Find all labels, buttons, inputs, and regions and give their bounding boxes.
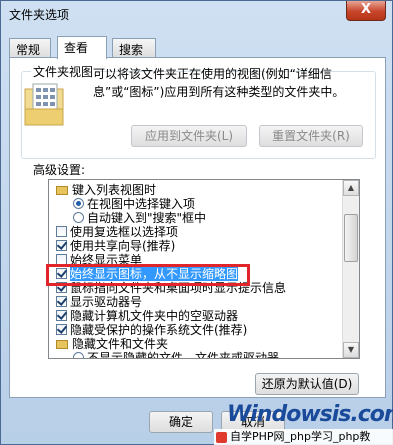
titlebar: 文件夹选项 X [1, 1, 392, 29]
apply-to-folders-button[interactable]: 应用到文件夹(L) [131, 125, 247, 147]
checkbox[interactable] [56, 296, 67, 307]
tab-view[interactable]: 查看 [57, 36, 107, 59]
list-item-radio[interactable]: 在视图中选择键入项 [73, 197, 195, 211]
checkbox[interactable] [56, 240, 67, 251]
folder-views-legend: 文件夹视图 [31, 63, 96, 80]
restore-defaults-button[interactable]: 还原为默认值(D) [255, 373, 359, 395]
radio-button[interactable] [73, 212, 84, 223]
watermark-site: Windowsis.com [227, 402, 393, 427]
list-item-checkbox[interactable]: 隐藏受保护的操作系统文件(推荐) [56, 323, 247, 337]
radio-button[interactable] [73, 198, 84, 209]
annotation-highlight-box [46, 264, 250, 286]
advanced-settings-label: 高级设置: [31, 161, 88, 178]
folder-options-dialog: 文件夹选项 X 常规 查看 搜索 文件夹视图 可以将该文件夹正在使用的视图(例如… [0, 0, 393, 445]
folder-icon [56, 340, 68, 349]
close-icon: X [360, 2, 372, 17]
radio-button[interactable] [73, 352, 84, 358]
reset-folders-button[interactable]: 重置文件夹(R) [259, 125, 363, 147]
list-item-folder: 键入列表视图时 [56, 183, 156, 197]
list-item-checkbox[interactable]: 使用共享向导(推荐) [56, 239, 175, 253]
window-title: 文件夹选项 [9, 8, 70, 22]
list-item-folder: 隐藏文件和文件夹 [56, 337, 168, 351]
folder-icon [56, 186, 68, 195]
checkbox[interactable] [56, 226, 67, 237]
tab-general[interactable]: 常规 [9, 38, 51, 58]
tab-search[interactable]: 搜索 [112, 38, 156, 58]
scroll-down-arrow-icon[interactable]: ▼ [343, 342, 359, 358]
description-line-1: 可以将该文件夹正在使用的视图(例如“详细信 [93, 67, 332, 81]
list-item-checkbox[interactable]: 显示驱动器号 [56, 295, 142, 309]
close-button[interactable]: X [346, 1, 386, 21]
watermark-caption: 自学PHP网_php学习_php教 [214, 429, 393, 445]
list-item-checkbox[interactable]: 隐藏计算机文件夹中的空驱动器 [56, 309, 238, 323]
watermark-logo-icon [216, 432, 227, 443]
folder-view-icon [24, 83, 64, 126]
folder-views-description: 可以将该文件夹正在使用的视图(例如“详细信 息”或“图标”)应用到所有这种类型的… [93, 65, 363, 101]
list-item-radio[interactable]: 自动键入到"搜索"框中 [73, 211, 206, 225]
list-item-radio[interactable]: 不显示隐藏的文件、文件夹或驱动器 [73, 351, 279, 358]
list-item-checkbox[interactable]: 使用复选框以选择项 [56, 225, 178, 239]
vertical-scrollbar[interactable]: ▲ ▼ [342, 180, 359, 358]
scrollbar-thumb[interactable] [344, 214, 358, 262]
checkbox[interactable] [56, 310, 67, 321]
description-line-2: 息”或“图标”)应用到所有这种类型的文件夹中。 [93, 85, 345, 99]
ok-button[interactable]: 确定 [149, 411, 213, 433]
checkbox[interactable] [56, 324, 67, 335]
scroll-up-arrow-icon[interactable]: ▲ [343, 180, 359, 196]
